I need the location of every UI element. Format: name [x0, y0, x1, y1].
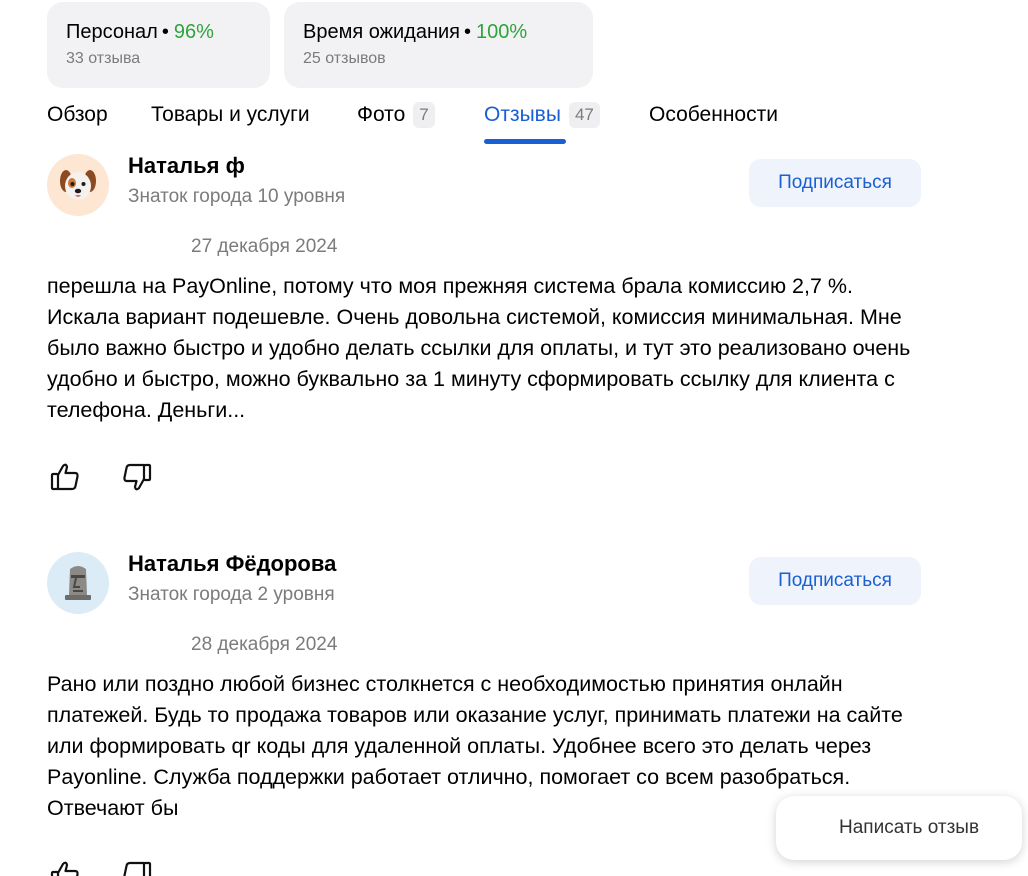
dislike-button[interactable] [119, 858, 153, 876]
write-review-button[interactable]: Написать отзыв [776, 796, 1022, 860]
moai-icon [65, 566, 91, 600]
avatar[interactable] [47, 552, 109, 614]
review-text[interactable]: перешла на PayOnline, потому что моя пре… [47, 271, 927, 426]
tab-overview[interactable]: Обзор [47, 100, 108, 130]
review-item: Наталья ф Знаток города 10 уровня Подпис… [47, 152, 927, 504]
aspect-card-waiting-time[interactable]: Время ожидания • 100% 25 отзывов [284, 2, 593, 88]
tab-products-services[interactable]: Товары и услуги [151, 100, 310, 130]
aspect-card-staff[interactable]: Персонал • 96% 33 отзыва [47, 2, 270, 88]
author-level: Знаток города 2 уровня [128, 584, 335, 605]
aspect-name: Персонал [66, 21, 158, 43]
separator-dot: • [161, 21, 169, 43]
aspect-percent: 96% [173, 21, 214, 43]
tab-photos[interactable]: Фото 7 [357, 100, 435, 130]
review-date: 28 декабря 2024 [191, 634, 338, 655]
thumbs-up-icon [50, 861, 79, 876]
active-tab-indicator [484, 139, 566, 144]
dislike-button[interactable] [119, 460, 153, 494]
aspect-percent: 100% [476, 21, 528, 43]
thumbs-down-icon [123, 463, 152, 491]
thumbs-down-icon [123, 861, 152, 876]
tab-count-badge: 47 [568, 102, 600, 128]
aspect-name: Время ожидания [303, 21, 461, 43]
avatar[interactable] [47, 154, 109, 216]
aspect-count: 33 отзыва [66, 50, 141, 67]
review-reactions [49, 460, 153, 494]
subscribe-button[interactable]: Подписаться [749, 159, 921, 207]
separator-dot: • [464, 21, 472, 43]
author-level: Знаток города 10 уровня [128, 186, 346, 207]
dog-face-icon [60, 170, 96, 200]
thumbs-up-icon [50, 463, 79, 491]
tab-count-badge: 7 [413, 102, 435, 128]
like-button[interactable] [49, 460, 83, 494]
review-reactions [49, 858, 153, 876]
author-name[interactable]: Наталья ф [128, 152, 245, 180]
subscribe-button[interactable]: Подписаться [749, 557, 921, 605]
like-button[interactable] [49, 858, 83, 876]
review-date: 27 декабря 2024 [191, 236, 338, 257]
author-name[interactable]: Наталья Фёдорова [128, 550, 336, 578]
tab-features[interactable]: Особенности [649, 100, 778, 130]
aspect-ratings: Персонал • 96% 33 отзыва Время ожидания • 10… [47, 2, 593, 88]
tab-reviews[interactable]: Отзывы 47 [484, 100, 600, 130]
aspect-count: 25 отзывов [303, 50, 386, 67]
